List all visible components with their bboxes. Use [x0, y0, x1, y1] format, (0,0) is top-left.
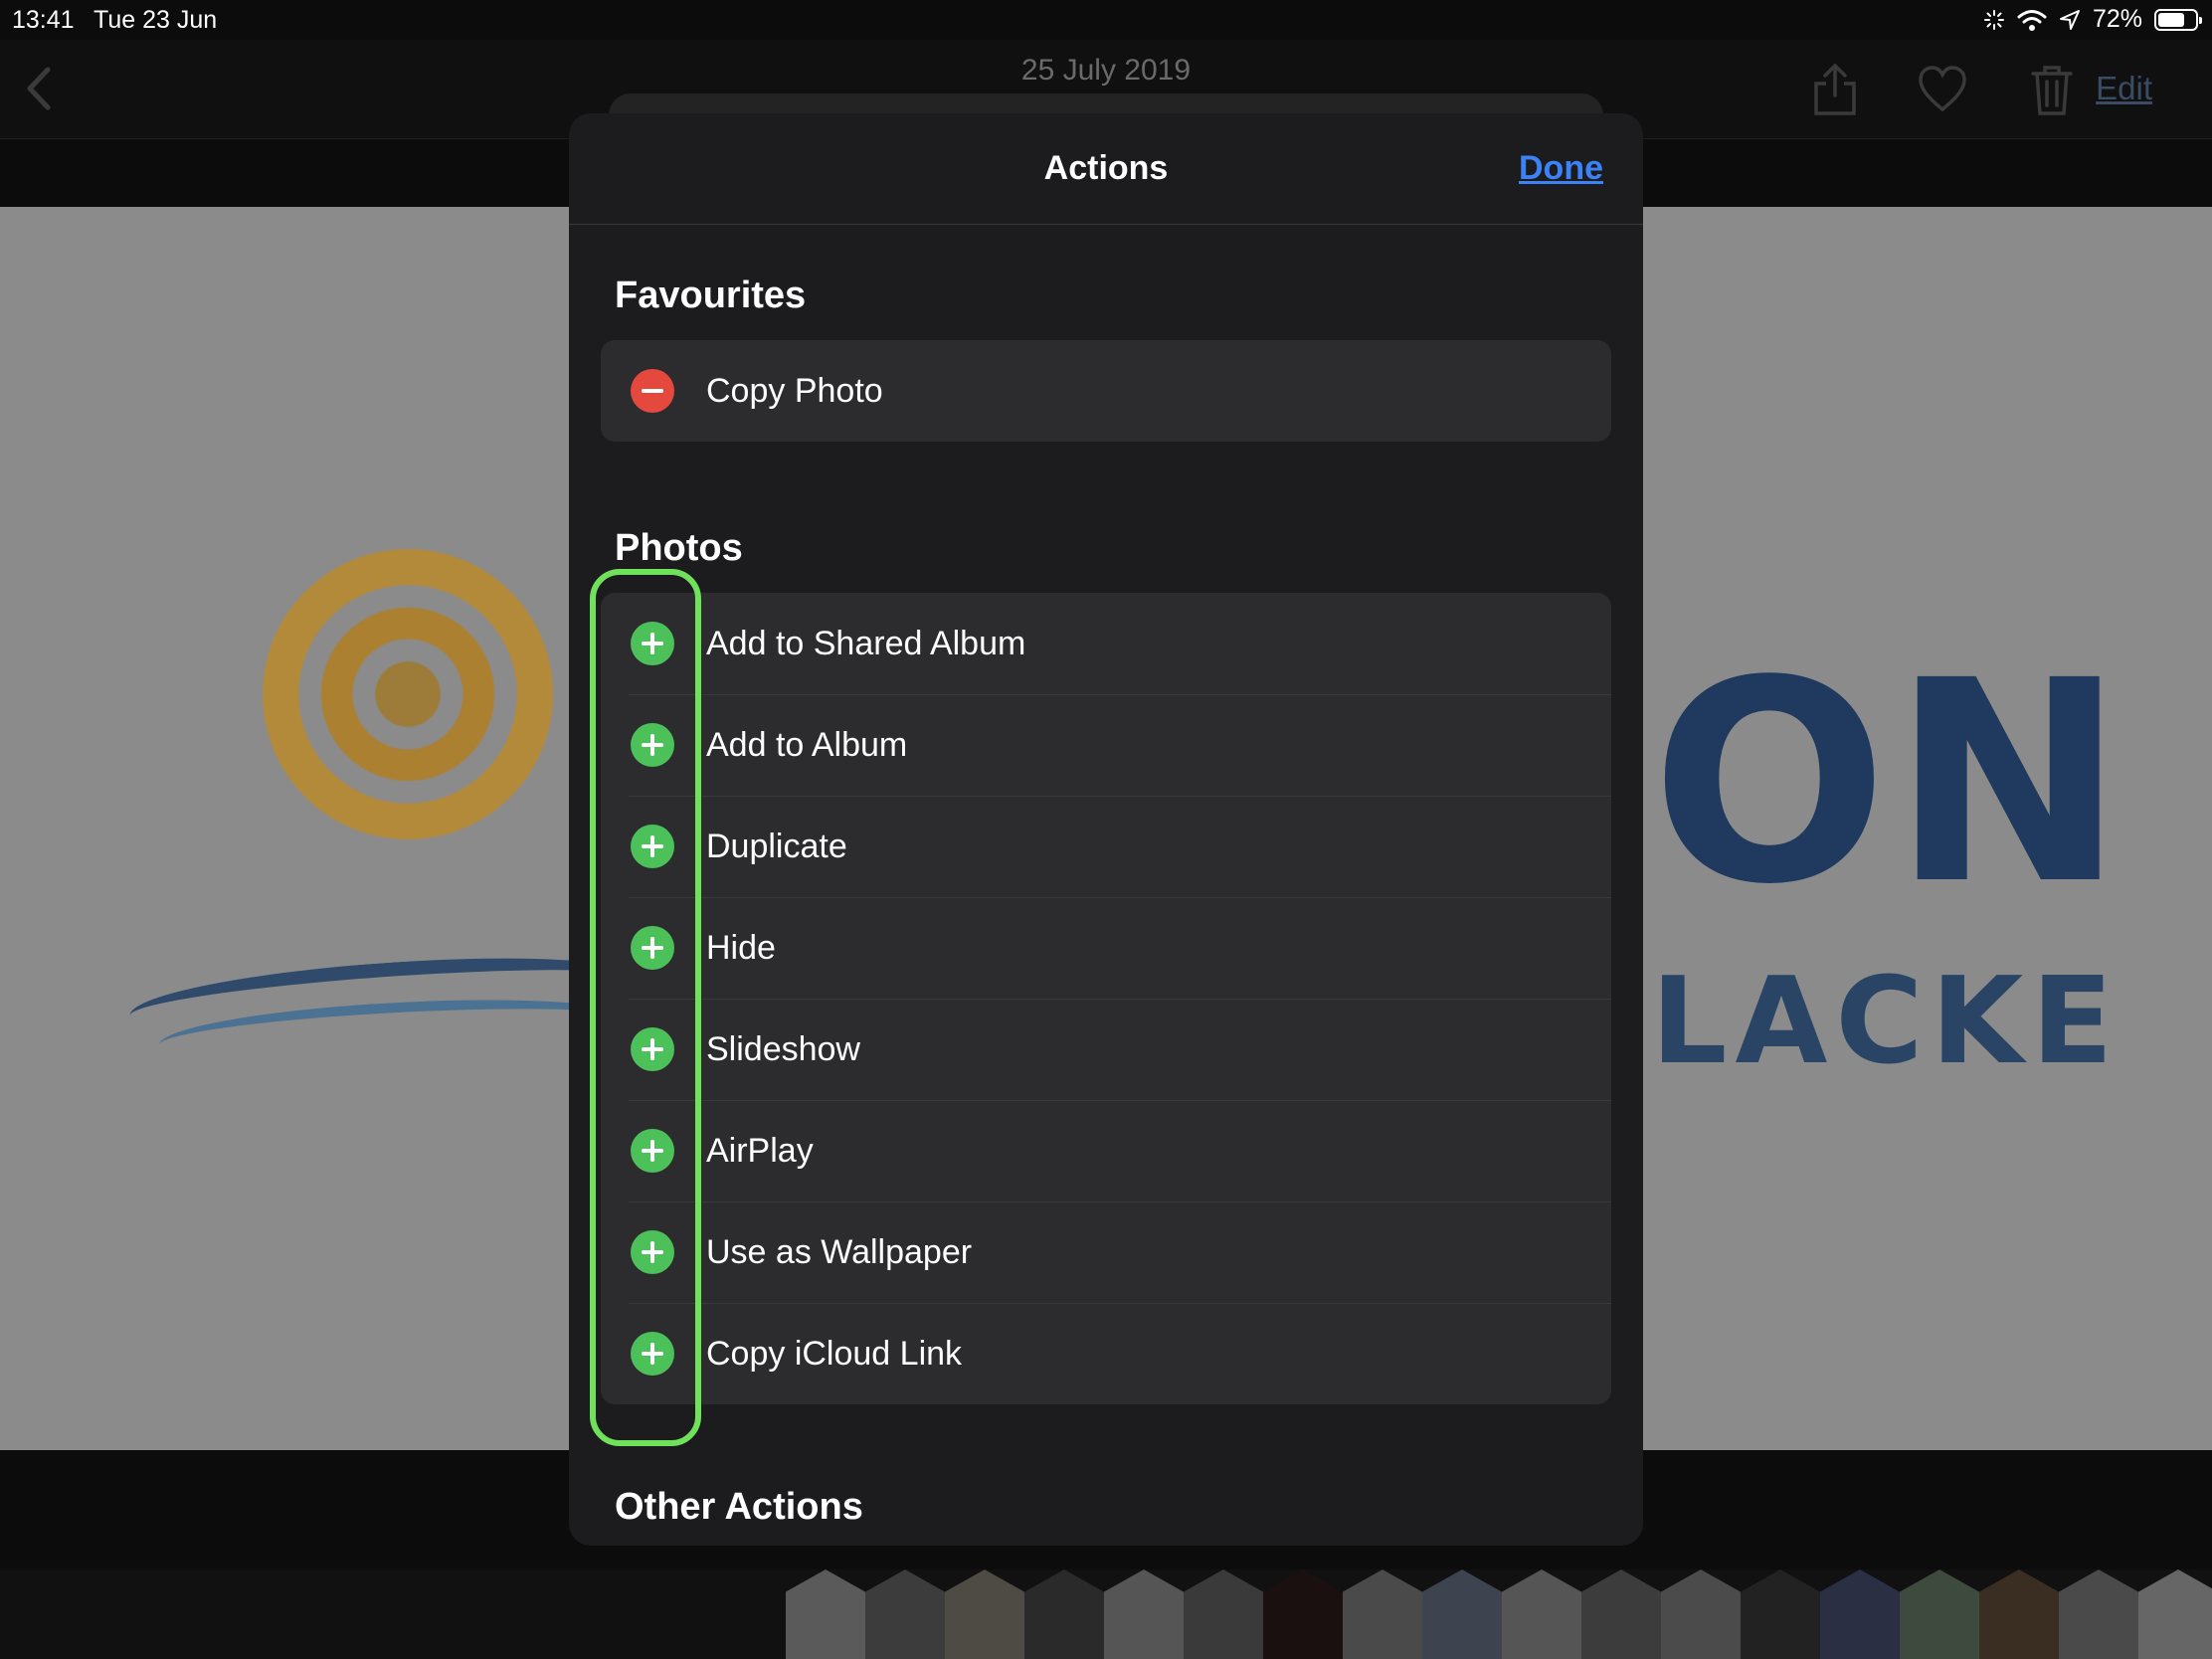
thumbnail[interactable] [865, 1569, 945, 1659]
photos-list: Add to Shared Album Add to Album Duplica… [601, 593, 1611, 1404]
sheet-header: Actions Done [569, 113, 1643, 225]
list-item-label: Use as Wallpaper [706, 1233, 973, 1271]
section-title-favourites: Favourites [615, 275, 807, 316]
status-bar: 13:41 Tue 23 Jun 72% [0, 0, 2212, 40]
heart-icon[interactable] [1918, 62, 1967, 117]
edit-button[interactable]: Edit [2096, 70, 2152, 107]
battery-icon [2154, 8, 2202, 31]
thumbnail[interactable] [1581, 1569, 1661, 1659]
list-item-copy-icloud-link[interactable]: Copy iCloud Link [601, 1303, 1611, 1404]
status-time: 13:41 [12, 6, 75, 34]
activity-spinner-icon [1983, 9, 2004, 30]
list-item-label: Add to Album [706, 726, 908, 764]
list-item-copy-photo[interactable]: Copy Photo [601, 340, 1611, 442]
list-item-label: Add to Shared Album [706, 625, 1026, 662]
trash-icon[interactable] [2027, 62, 2077, 117]
thumbnail[interactable] [1024, 1569, 1104, 1659]
remove-circle-icon[interactable] [631, 369, 674, 413]
thumbnail[interactable] [1661, 1569, 1741, 1659]
thumbnail[interactable] [2059, 1569, 2138, 1659]
done-button[interactable]: Done [1519, 149, 1603, 188]
list-item-label: Copy Photo [706, 372, 883, 410]
photo-date-title: 25 July 2019 [1020, 54, 1192, 87]
list-item-use-as-wallpaper[interactable]: Use as Wallpaper [601, 1201, 1611, 1303]
logo-swirl-graphic [249, 535, 567, 853]
thumbnail[interactable] [1741, 1569, 1820, 1659]
favourites-list: Copy Photo [601, 340, 1611, 442]
status-date: Tue 23 Jun [93, 6, 218, 34]
photo-brand-text-1: ON [1651, 622, 2129, 946]
list-item-hide[interactable]: Hide [601, 897, 1611, 999]
thumbnail[interactable] [2138, 1569, 2212, 1659]
thumbnail[interactable] [1502, 1569, 1581, 1659]
thumbnail[interactable] [1979, 1569, 2059, 1659]
thumbnail[interactable] [1104, 1569, 1184, 1659]
thumbnail[interactable] [786, 1569, 865, 1659]
list-item-label: AirPlay [706, 1132, 814, 1170]
list-item-airplay[interactable]: AirPlay [601, 1100, 1611, 1201]
list-item-add-to-album[interactable]: Add to Album [601, 694, 1611, 796]
list-item-label: Hide [706, 929, 776, 967]
add-buttons-highlight [590, 569, 701, 1446]
wifi-icon [2017, 9, 2047, 31]
thumbnail[interactable] [1422, 1569, 1502, 1659]
list-item-add-to-shared-album[interactable]: Add to Shared Album [601, 593, 1611, 694]
thumbnail[interactable] [1820, 1569, 1900, 1659]
location-arrow-icon [2059, 9, 2080, 30]
thumbnail[interactable] [1900, 1569, 1979, 1659]
thumbnail[interactable] [1263, 1569, 1343, 1659]
thumbnail[interactable] [945, 1569, 1024, 1659]
actions-sheet: Actions Done Favourites Copy Photo Photo… [569, 113, 1643, 1546]
list-item-label: Copy iCloud Link [706, 1335, 963, 1373]
sheet-title: Actions [1043, 149, 1169, 187]
share-icon[interactable] [1810, 62, 1860, 117]
list-item-label: Duplicate [706, 828, 847, 865]
battery-percentage: 72% [2092, 5, 2142, 33]
section-title-other-actions: Other Actions [615, 1486, 863, 1528]
thumbnail[interactable] [1184, 1569, 1263, 1659]
list-item-label: Slideshow [706, 1030, 860, 1068]
thumbnail[interactable] [1343, 1569, 1422, 1659]
thumbnail-strip[interactable] [0, 1569, 2212, 1659]
photo-brand-text-2: LACKE [1651, 953, 2121, 1091]
list-item-slideshow[interactable]: Slideshow [601, 999, 1611, 1100]
list-item-duplicate[interactable]: Duplicate [601, 796, 1611, 897]
section-title-photos: Photos [615, 527, 743, 569]
